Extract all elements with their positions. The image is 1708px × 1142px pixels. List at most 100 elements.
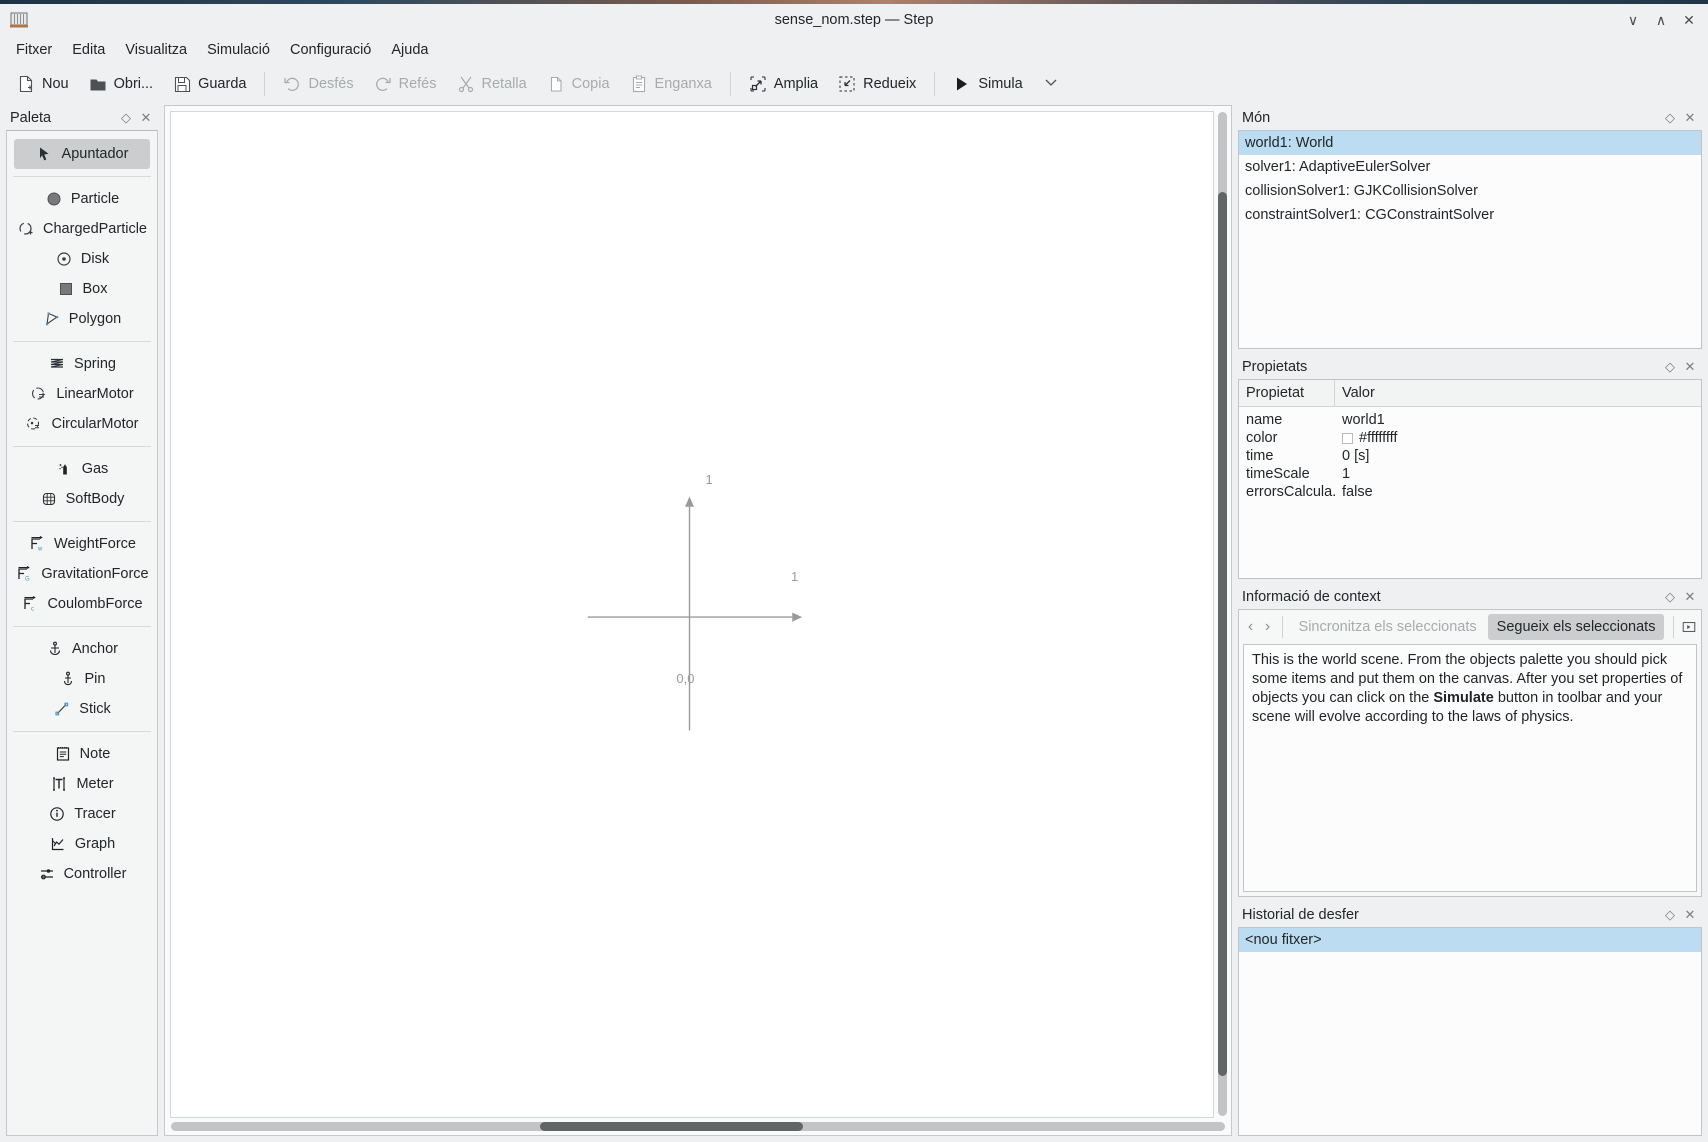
zoom-in-button-label: Amplia <box>773 76 819 92</box>
undo-history-list[interactable]: <nou fitxer> <box>1238 927 1702 1136</box>
close-button[interactable]: ✕ <box>1676 7 1702 33</box>
properties-dock-float-button[interactable]: ◇ <box>1660 357 1680 377</box>
palette-item-spring[interactable]: Spring <box>14 349 150 379</box>
context-text-bold: Simulate <box>1433 690 1494 707</box>
open-in-window-icon[interactable] <box>1681 614 1697 640</box>
palette-item-meter[interactable]: Meter <box>14 769 150 799</box>
palette-item-chargedparticle[interactable]: ChargedParticle <box>14 214 150 244</box>
context-info-close-button[interactable]: ✕ <box>1680 587 1700 607</box>
palette-item-gas[interactable]: Gas <box>14 454 150 484</box>
properties-table-header: Propietat Valor <box>1239 380 1701 407</box>
canvas-horizontal-scrollbar[interactable] <box>165 1118 1231 1135</box>
new-button-label: Nou <box>42 76 69 92</box>
undo-history-float-button[interactable]: ◇ <box>1660 905 1680 925</box>
palette-close-button[interactable]: ✕ <box>136 108 156 128</box>
palette-item-graph[interactable]: Graph <box>14 829 150 859</box>
properties-table[interactable]: Propietat Valor name world1 color #fffff… <box>1238 379 1702 579</box>
properties-dock-close-button[interactable]: ✕ <box>1680 357 1700 377</box>
paste-button[interactable]: Enganxa <box>621 70 721 98</box>
redo-arrow-icon <box>374 75 392 93</box>
forward-button[interactable]: › <box>1260 614 1275 641</box>
palette-item-stick[interactable]: Stick <box>14 694 150 724</box>
table-row[interactable]: solver1: AdaptiveEulerSolver <box>1239 155 1701 179</box>
palette-item-gravitationforce[interactable]: G GravitationForce <box>14 559 150 589</box>
vscroll-thumb[interactable] <box>1218 192 1227 1076</box>
zoom-in-icon <box>749 75 767 93</box>
palette-item-linearmotor[interactable]: LinearMotor <box>14 379 150 409</box>
context-info-text: This is the world scene. From the object… <box>1243 644 1697 892</box>
property-value: #ffffffff <box>1359 430 1398 446</box>
palette-item-softbody[interactable]: SoftBody <box>14 484 150 514</box>
property-value[interactable]: 0 [s] <box>1335 448 1701 464</box>
palette-item-polygon[interactable]: Polygon <box>14 304 150 334</box>
back-button[interactable]: ‹ <box>1243 614 1258 641</box>
zoom-out-button[interactable]: Redueix <box>829 70 925 98</box>
menu-edita[interactable]: Edita <box>62 39 115 61</box>
palette-item-box[interactable]: Box <box>14 274 150 304</box>
hscroll-thumb[interactable] <box>539 1122 804 1131</box>
table-row[interactable]: collisionSolver1: GJKCollisionSolver <box>1239 179 1701 203</box>
follow-selection-button[interactable]: Segueix els seleccionats <box>1487 614 1665 640</box>
world-canvas[interactable]: 0,0 1 1 <box>170 111 1214 1118</box>
table-row[interactable]: world1: World <box>1239 131 1701 155</box>
spring-coil-icon <box>48 355 66 373</box>
menu-simulacio[interactable]: Simulació <box>197 39 280 61</box>
simulate-button-label: Simula <box>978 76 1023 92</box>
property-value[interactable]: false <box>1335 484 1701 500</box>
column-header-value[interactable]: Valor <box>1335 380 1701 406</box>
palette-item-tracer[interactable]: Tracer <box>14 799 150 829</box>
menu-configuracio[interactable]: Configuració <box>280 39 381 61</box>
undo-button[interactable]: Desfés <box>274 70 362 98</box>
zoom-in-button[interactable]: Amplia <box>740 70 827 98</box>
scissors-icon <box>457 75 475 93</box>
canvas-vertical-scrollbar[interactable] <box>1214 106 1231 1118</box>
palette-item-weightforce[interactable]: w WeightForce <box>14 529 150 559</box>
sync-selection-button[interactable]: Sincronitza els seleccionats <box>1290 614 1486 640</box>
vscroll-track[interactable] <box>1218 112 1227 1116</box>
world-dock-float-button[interactable]: ◇ <box>1660 108 1680 128</box>
world-tree[interactable]: world1: World solver1: AdaptiveEulerSolv… <box>1238 130 1702 349</box>
minimize-button[interactable]: ∨ <box>1620 7 1646 33</box>
open-button[interactable]: Obri... <box>80 70 162 98</box>
property-value[interactable]: world1 <box>1335 412 1701 428</box>
palette-item-coulombforce[interactable]: c CoulombForce <box>14 589 150 619</box>
property-value[interactable]: 1 <box>1335 466 1701 482</box>
maximize-button[interactable]: ∧ <box>1648 7 1674 33</box>
column-header-property[interactable]: Propietat <box>1239 380 1335 406</box>
palette-item-label: Anchor <box>72 641 118 657</box>
palette-float-button[interactable]: ◇ <box>116 108 136 128</box>
palette-item-label: Gas <box>81 461 109 477</box>
save-button[interactable]: Guarda <box>164 70 255 98</box>
palette-item-circularmotor[interactable]: CircularMotor <box>14 409 150 439</box>
menu-fitxer[interactable]: Fitxer <box>6 39 62 61</box>
new-button[interactable]: Nou <box>8 70 78 98</box>
palette-item-disk[interactable]: Disk <box>14 244 150 274</box>
list-item[interactable]: <nou fitxer> <box>1239 928 1701 952</box>
palette-item-controller[interactable]: Controller <box>14 859 150 889</box>
undo-history-close-button[interactable]: ✕ <box>1680 905 1700 925</box>
palette-item-particle[interactable]: Particle <box>14 184 150 214</box>
copy-button[interactable]: Copia <box>538 70 619 98</box>
palette-item-anchor[interactable]: Anchor <box>14 634 150 664</box>
redo-button[interactable]: Refés <box>365 70 446 98</box>
palette-item-pin[interactable]: Pin <box>14 664 150 694</box>
menubar: Fitxer Edita Visualitza Simulació Config… <box>0 36 1708 63</box>
table-row[interactable]: name world1 <box>1239 411 1701 429</box>
simulate-dropdown-button[interactable] <box>1034 68 1068 100</box>
context-info-float-button[interactable]: ◇ <box>1660 587 1680 607</box>
property-value-cell[interactable]: #ffffffff <box>1335 430 1701 446</box>
table-row[interactable]: time 0 [s] <box>1239 447 1701 465</box>
world-dock-close-button[interactable]: ✕ <box>1680 108 1700 128</box>
table-row[interactable]: timeScale 1 <box>1239 465 1701 483</box>
palette-item-apuntador[interactable]: Apuntador <box>14 139 150 169</box>
right-dock-column: Món ◇ ✕ world1: World solver1: AdaptiveE… <box>1238 105 1702 1136</box>
cut-button[interactable]: Retalla <box>448 70 536 98</box>
table-row[interactable]: errorsCalcula... false <box>1239 483 1701 501</box>
menu-visualitza[interactable]: Visualitza <box>115 39 197 61</box>
palette-item-note[interactable]: Note <box>14 739 150 769</box>
table-row[interactable]: constraintSolver1: CGConstraintSolver <box>1239 203 1701 227</box>
table-row[interactable]: color #ffffffff <box>1239 429 1701 447</box>
simulate-button[interactable]: Simula <box>944 70 1031 98</box>
menu-ajuda[interactable]: Ajuda <box>381 39 438 61</box>
hscroll-track[interactable] <box>171 1122 1225 1131</box>
